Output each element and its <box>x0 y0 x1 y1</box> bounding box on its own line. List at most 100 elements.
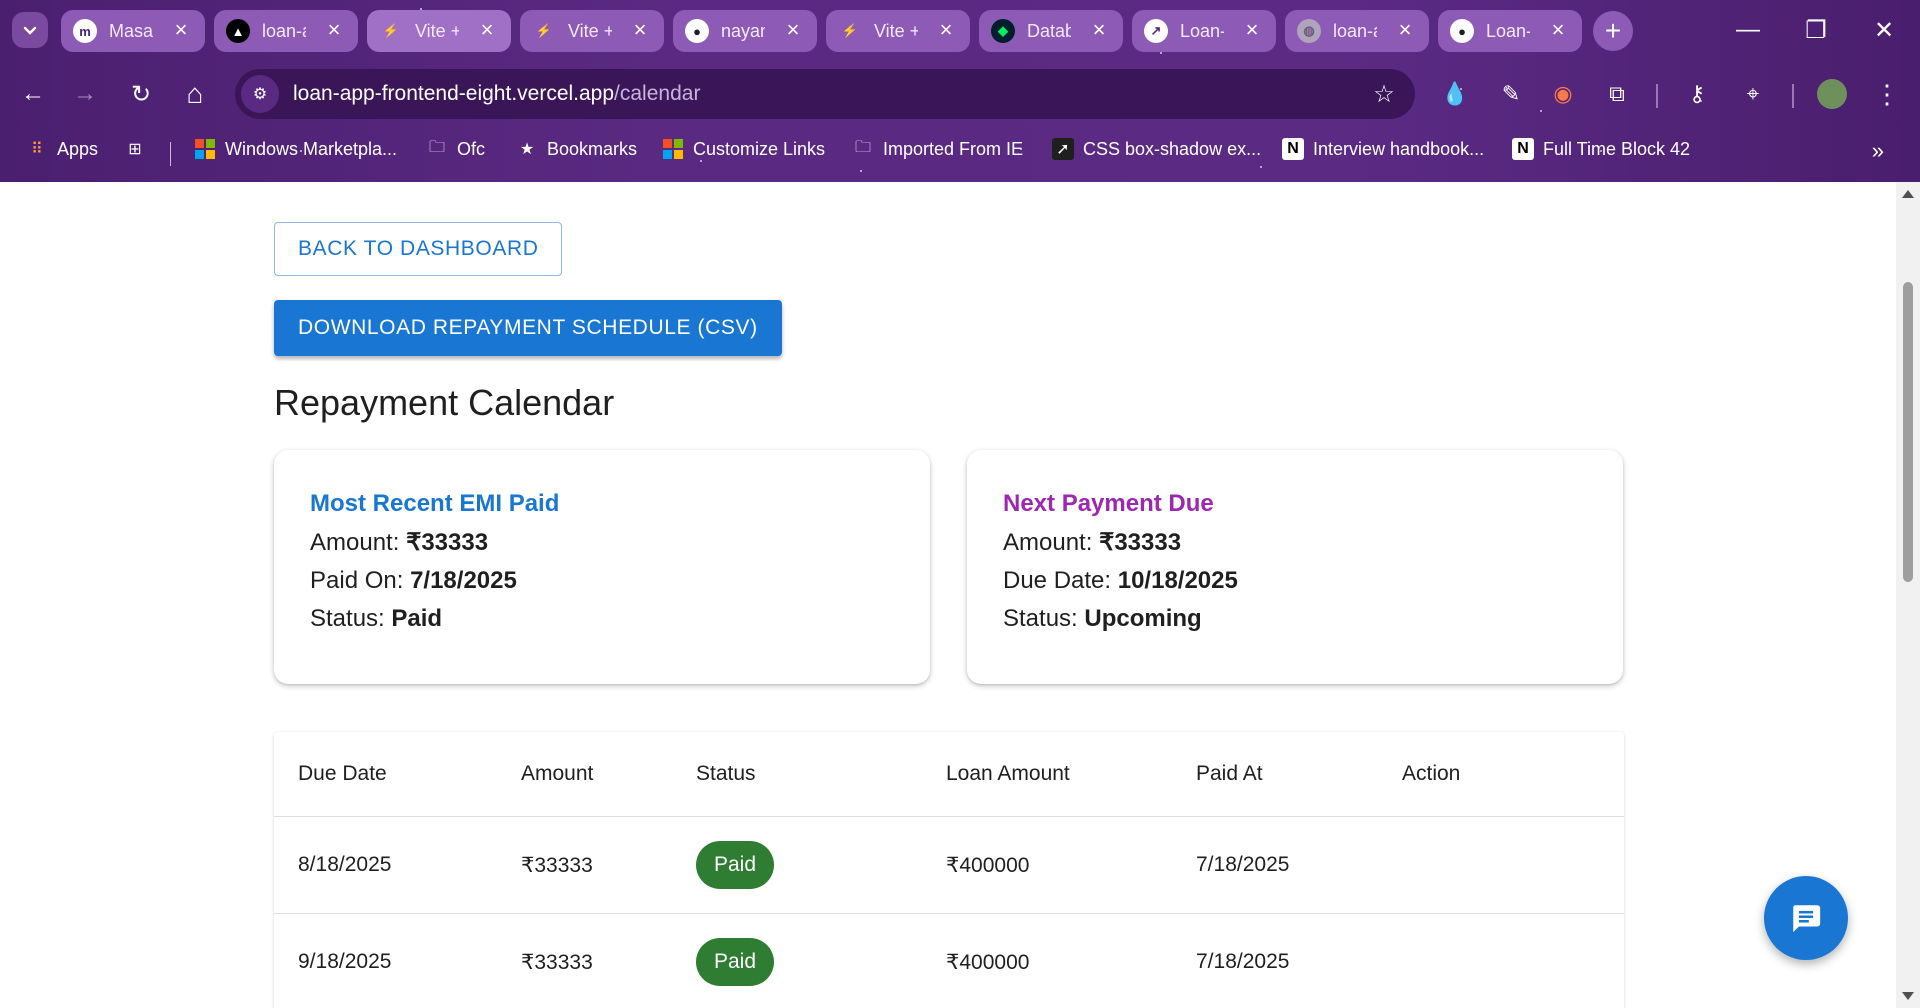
mongodb-icon: ◆ <box>991 19 1015 43</box>
render-icon: ↗ <box>1144 19 1168 43</box>
bookmark-interview-handbook[interactable]: N Interview handbook... <box>1282 134 1484 164</box>
close-icon[interactable]: × <box>934 17 958 42</box>
bookmark-label: Apps <box>57 138 99 159</box>
bookmark-star-icon[interactable]: ☆ <box>1367 77 1401 111</box>
page-scrollbar[interactable] <box>1896 182 1920 1008</box>
vite-icon: ⚡ <box>382 23 400 38</box>
tab-1[interactable]: ▲ loan-app × <box>214 10 358 52</box>
bookmark-label: Interview handbook... <box>1313 138 1485 159</box>
browser-menu-icon[interactable]: ⋮ <box>1868 75 1906 113</box>
close-icon[interactable]: × <box>322 17 346 42</box>
back-button[interactable]: ← <box>14 75 52 113</box>
tab-5[interactable]: ⚡ Vite + React × <box>826 10 970 52</box>
close-icon[interactable]: × <box>475 17 499 42</box>
home-button[interactable]: ⌂ <box>176 75 214 113</box>
card-title: Most Recent EMI Paid <box>310 490 560 517</box>
status-badge: Paid <box>696 938 775 986</box>
loan-amount-cell: ₹400000 <box>946 853 1030 877</box>
color-picker-extension-icon[interactable]: ✎ <box>1492 75 1530 113</box>
amount-line: Amount: ₹33333 <box>1003 528 1587 557</box>
tab-title: Vite + React <box>568 20 612 41</box>
chat-icon <box>1793 905 1821 933</box>
tab-title: loan-app <box>1333 20 1377 41</box>
status-cell: Paid <box>696 817 775 913</box>
masai-icon: m <box>73 19 97 43</box>
location-pin-icon[interactable]: ⌖ <box>1734 75 1772 113</box>
reload-button[interactable]: ↻ <box>122 75 160 113</box>
status-label: Status: <box>1003 605 1078 632</box>
address-bar[interactable]: ⚙ loan-app-frontend-eight.vercel.app/cal… <box>235 69 1415 119</box>
download-csv-button[interactable]: DOWNLOAD REPAYMENT SCHEDULE (CSV) <box>274 300 782 356</box>
due-date-cell: 9/18/2025 <box>298 950 392 973</box>
scrollbar-thumb[interactable] <box>1903 282 1913 582</box>
tab-4[interactable]: ● nayan × <box>673 10 817 52</box>
bookmark-grid[interactable]: ⊞ <box>124 134 155 164</box>
date-value: 10/18/2025 <box>1117 567 1238 594</box>
tab-6[interactable]: ◆ Database × <box>979 10 1123 52</box>
close-icon[interactable]: × <box>1393 17 1417 42</box>
password-key-icon[interactable]: ⚷ <box>1678 75 1716 113</box>
tab-2[interactable]: ⚡ Vite + React × <box>367 10 511 52</box>
bookmark-css-box-shadow[interactable]: ➚ CSS box-shadow ex... <box>1052 134 1261 164</box>
url-text[interactable]: loan-app-frontend-eight.vercel.app/calen… <box>293 82 700 106</box>
close-icon[interactable]: × <box>1240 17 1264 42</box>
close-icon[interactable]: × <box>1087 17 1111 42</box>
back-to-dashboard-button[interactable]: BACK TO DASHBOARD <box>274 222 563 276</box>
profile-avatar[interactable] <box>1813 75 1851 113</box>
bookmark-windows-marketplace[interactable]: Windows Marketpla... <box>194 134 397 164</box>
tab-title: nayan <box>721 20 765 41</box>
column-header: Action <box>1402 762 1461 785</box>
paid-at-cell: 7/18/2025 <box>1196 950 1290 973</box>
extensions-puzzle-icon[interactable]: ⧉ <box>1598 75 1636 113</box>
status-cell: Paid <box>696 914 775 1008</box>
bookmark-imported-from-ie[interactable]: 🗀 Imported From IE <box>852 134 1023 164</box>
status-badge: Paid <box>696 841 775 889</box>
minimize-button[interactable]: — <box>1714 0 1782 60</box>
extension-icon[interactable]: ◉ <box>1544 75 1582 113</box>
droplet-extension-icon[interactable]: 💧 <box>1436 75 1474 113</box>
chat-button[interactable] <box>1764 876 1848 960</box>
forward-button[interactable]: → <box>66 75 104 113</box>
tab-0[interactable]: m Masai School × <box>61 10 205 52</box>
bookmark-full-time-block[interactable]: N Full Time Block 42 <box>1512 134 1690 164</box>
amount-value: ₹33333 <box>1099 529 1182 556</box>
tab-search-button[interactable] <box>12 12 48 48</box>
amount-cell: ₹33333 <box>521 853 593 877</box>
chevron-down-icon <box>23 26 37 35</box>
bookmark-customize-links[interactable]: Customize Links <box>662 134 825 164</box>
restore-button[interactable]: ❐ <box>1782 0 1850 60</box>
tab-7[interactable]: ↗ Loan-App × <box>1132 10 1276 52</box>
tab-title: Masai School <box>109 20 153 41</box>
apps-grid-icon: ⠿ <box>31 141 43 158</box>
close-icon[interactable]: × <box>781 17 805 42</box>
bookmark-bookmarks[interactable]: ★ Bookmarks <box>516 134 637 164</box>
vite-icon: ⚡ <box>535 23 553 38</box>
github-icon: ● <box>685 19 709 43</box>
site-info-icon[interactable]: ⚙ <box>241 75 279 113</box>
bookmark-ofc[interactable]: 🗀 Ofc <box>426 134 485 164</box>
close-icon[interactable]: × <box>1546 17 1570 42</box>
table-row: 8/18/2025 ₹33333 Paid ₹400000 7/18/2025 <box>274 817 1624 914</box>
bookmarks-overflow-icon[interactable]: » <box>1872 138 1884 164</box>
tab-3[interactable]: ⚡ Vite + React × <box>520 10 664 52</box>
browser-toolbar: ← → ↻ ⌂ ⚙ loan-app-frontend-eight.vercel… <box>0 60 1920 128</box>
table-header-row: Due Date Amount Status Loan Amount Paid … <box>274 732 1624 817</box>
tab-title: Loan-App <box>1180 20 1224 41</box>
tab-8[interactable]: ◍ loan-app × <box>1285 10 1429 52</box>
bookmark-apps[interactable]: ⠿ Apps <box>26 134 98 164</box>
tab-9[interactable]: ● Loan-App × <box>1438 10 1582 52</box>
date-label: Paid On: <box>310 567 404 594</box>
new-tab-button[interactable]: + <box>1593 11 1633 51</box>
scroll-up-icon[interactable] <box>1902 190 1914 198</box>
table-row: 9/18/2025 ₹33333 Paid ₹400000 7/18/2025 <box>274 914 1624 1008</box>
bookmark-divider <box>170 142 171 166</box>
tab-title: loan-app <box>262 20 306 41</box>
github-icon: ● <box>1450 19 1474 43</box>
close-icon[interactable]: × <box>169 17 193 42</box>
amount-value: ₹33333 <box>406 529 489 556</box>
close-icon[interactable]: × <box>628 17 652 42</box>
grid-icon: ⊞ <box>128 141 142 158</box>
close-window-button[interactable]: ✕ <box>1850 0 1918 60</box>
tab-title: Loan-App <box>1486 20 1530 41</box>
scroll-down-icon[interactable] <box>1902 992 1914 1000</box>
